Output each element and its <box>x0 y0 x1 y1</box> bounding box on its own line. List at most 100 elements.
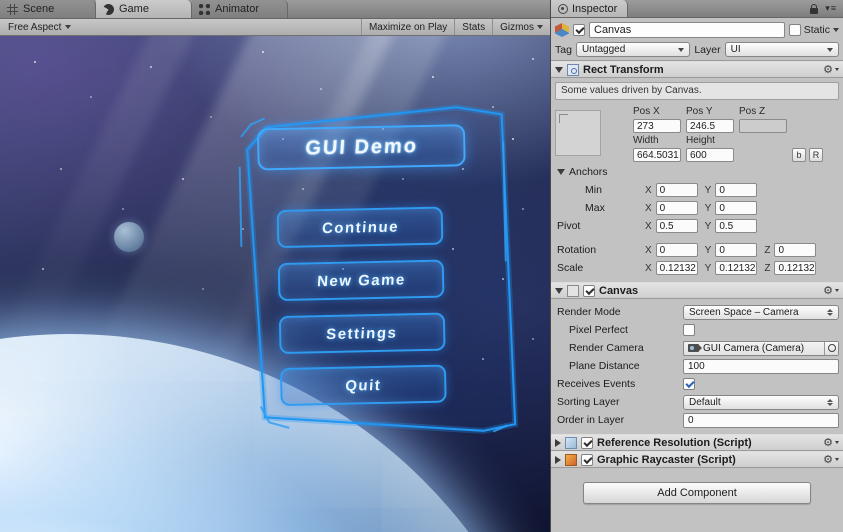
anchor-preset-button[interactable] <box>555 110 601 156</box>
gear-icon[interactable]: ⚙ <box>823 454 833 465</box>
maximize-on-play-button[interactable]: Maximize on Play <box>360 19 454 35</box>
pos-y-value: 246.5 <box>690 120 716 132</box>
width-field[interactable]: 664.5031 <box>633 148 681 162</box>
object-picker-icon[interactable] <box>824 341 838 355</box>
foldout-arrow-icon[interactable] <box>557 169 565 175</box>
rotation-x-value: 0 <box>659 244 666 256</box>
tab-inspector[interactable]: Inspector <box>551 0 629 17</box>
tab-scene[interactable]: Scene <box>0 0 96 18</box>
gear-icon[interactable]: ⚙ <box>823 285 833 296</box>
pane-menu-icon[interactable]: ▾≡ <box>825 3 837 14</box>
pivot-x-field[interactable]: 0.5 <box>655 219 698 233</box>
anchors-max-x-field[interactable]: 0 <box>655 201 698 215</box>
lock-icon[interactable] <box>810 3 819 14</box>
foldout-arrow-icon[interactable] <box>555 287 563 294</box>
gear-icon[interactable]: ⚙ <box>823 437 833 448</box>
render-camera-value: GUI Camera (Camera) <box>703 342 805 354</box>
scale-y-field[interactable]: 0.12132 <box>715 261 758 275</box>
component-menu[interactable]: ⚙ <box>823 285 839 296</box>
menu-button-settings[interactable]: Settings <box>278 312 446 355</box>
render-camera-object-field[interactable]: GUI Camera (Camera) <box>683 340 839 356</box>
foldout-arrow-icon[interactable] <box>555 66 563 73</box>
receives-events-label: Receives Events <box>557 378 636 390</box>
menu-button-quit[interactable]: Quit <box>279 364 447 407</box>
gear-icon[interactable]: ⚙ <box>823 64 833 75</box>
scale-x-field[interactable]: 0.12132 <box>655 261 698 275</box>
anchors-foldout-row[interactable]: Anchors <box>555 164 839 180</box>
layer-dropdown[interactable]: UI <box>724 42 840 57</box>
name-field-value: Canvas <box>594 24 632 36</box>
rotation-z-field[interactable]: 0 <box>774 243 817 257</box>
component-menu[interactable]: ⚙ <box>823 454 839 465</box>
scale-z-field[interactable]: 0.12132 <box>774 261 817 275</box>
tag-dropdown[interactable]: Untagged <box>575 42 691 57</box>
height-value: 600 <box>690 149 707 161</box>
graphic-raycaster-header[interactable]: Graphic Raycaster (Script) ⚙ <box>551 451 843 468</box>
anchors-max-y-field[interactable]: 0 <box>715 201 758 215</box>
pixel-perfect-label: Pixel Perfect <box>569 324 628 336</box>
blueprint-mode-button[interactable]: b <box>792 148 806 162</box>
reference-resolution-enabled-checkbox[interactable] <box>581 436 593 449</box>
rotation-y-value: 0 <box>719 244 725 256</box>
static-dropdown-arrow-icon[interactable] <box>833 28 839 32</box>
tab-animator[interactable]: Animator <box>192 0 288 18</box>
stats-label: Stats <box>462 21 486 33</box>
component-menu[interactable]: ⚙ <box>823 437 839 448</box>
menu-button-new-game[interactable]: New Game <box>277 259 445 302</box>
gizmos-button[interactable]: Gizmos <box>492 19 550 35</box>
chevron-down-icon <box>678 47 685 52</box>
height-field[interactable]: 600 <box>686 148 734 162</box>
sorting-layer-dropdown[interactable]: Default <box>683 394 839 410</box>
render-camera-label: Render Camera <box>569 342 644 354</box>
pos-x-field[interactable]: 273 <box>633 119 681 133</box>
pivot-x-value: 0.5 <box>659 220 674 232</box>
rect-transform-header[interactable]: Rect Transform ⚙ <box>551 61 843 78</box>
canvas-component-icon <box>567 284 579 297</box>
menu-button-continue[interactable]: Continue <box>276 206 444 249</box>
canvas-enabled-checkbox[interactable] <box>583 284 595 297</box>
gameobject-cube-icon <box>555 23 569 37</box>
active-checkbox[interactable] <box>573 24 585 36</box>
pos-z-field <box>739 119 787 133</box>
static-toggle[interactable]: Static <box>788 24 839 36</box>
chevron-down-icon <box>835 289 839 292</box>
tab-game-label: Game <box>119 3 149 15</box>
receives-events-row: Receives Events <box>555 376 839 392</box>
foldout-arrow-icon[interactable] <box>555 438 561 447</box>
static-label: Static <box>803 24 830 36</box>
pivot-y-field[interactable]: 0.5 <box>715 219 758 233</box>
rotation-y-field[interactable]: 0 <box>715 243 758 257</box>
stats-button[interactable]: Stats <box>454 19 492 35</box>
order-in-layer-value: 0 <box>688 414 694 426</box>
static-checkbox[interactable] <box>788 24 801 36</box>
stars-decoration <box>0 36 2 38</box>
sorting-layer-value: Default <box>689 396 721 408</box>
tab-game[interactable]: Game <box>96 0 192 18</box>
anchors-min-x-field[interactable]: 0 <box>655 183 698 197</box>
canvas-component-header[interactable]: Canvas ⚙ <box>551 282 843 299</box>
raw-edit-mode-button[interactable]: R <box>809 148 823 162</box>
add-component-button[interactable]: Add Component <box>583 482 811 504</box>
min-label: Min <box>585 184 602 196</box>
name-field[interactable]: Canvas <box>589 22 785 38</box>
pos-y-field[interactable]: 246.5 <box>686 119 734 133</box>
aspect-dropdown-label: Free Aspect <box>8 21 62 33</box>
reference-resolution-header[interactable]: Reference Resolution (Script) ⚙ <box>551 434 843 451</box>
anchors-min-y-field[interactable]: 0 <box>715 183 758 197</box>
pos-x-label: Pos X <box>633 106 660 117</box>
menu-button-continue-label: Continue <box>320 218 400 237</box>
receives-events-checkbox[interactable] <box>683 378 695 390</box>
tag-label: Tag <box>555 43 572 56</box>
graphic-raycaster-icon <box>565 453 577 466</box>
aspect-dropdown[interactable]: Free Aspect <box>0 19 79 35</box>
render-mode-dropdown[interactable]: Screen Space – Camera <box>683 304 839 320</box>
foldout-arrow-icon[interactable] <box>555 455 561 464</box>
order-in-layer-field[interactable]: 0 <box>683 412 839 428</box>
rotation-x-field[interactable]: 0 <box>655 243 698 257</box>
graphic-raycaster-enabled-checkbox[interactable] <box>581 453 593 466</box>
plane-distance-field[interactable]: 100 <box>683 358 839 374</box>
pixel-perfect-checkbox[interactable] <box>683 324 695 336</box>
x-axis-label: X <box>645 202 652 214</box>
component-menu[interactable]: ⚙ <box>823 64 839 75</box>
